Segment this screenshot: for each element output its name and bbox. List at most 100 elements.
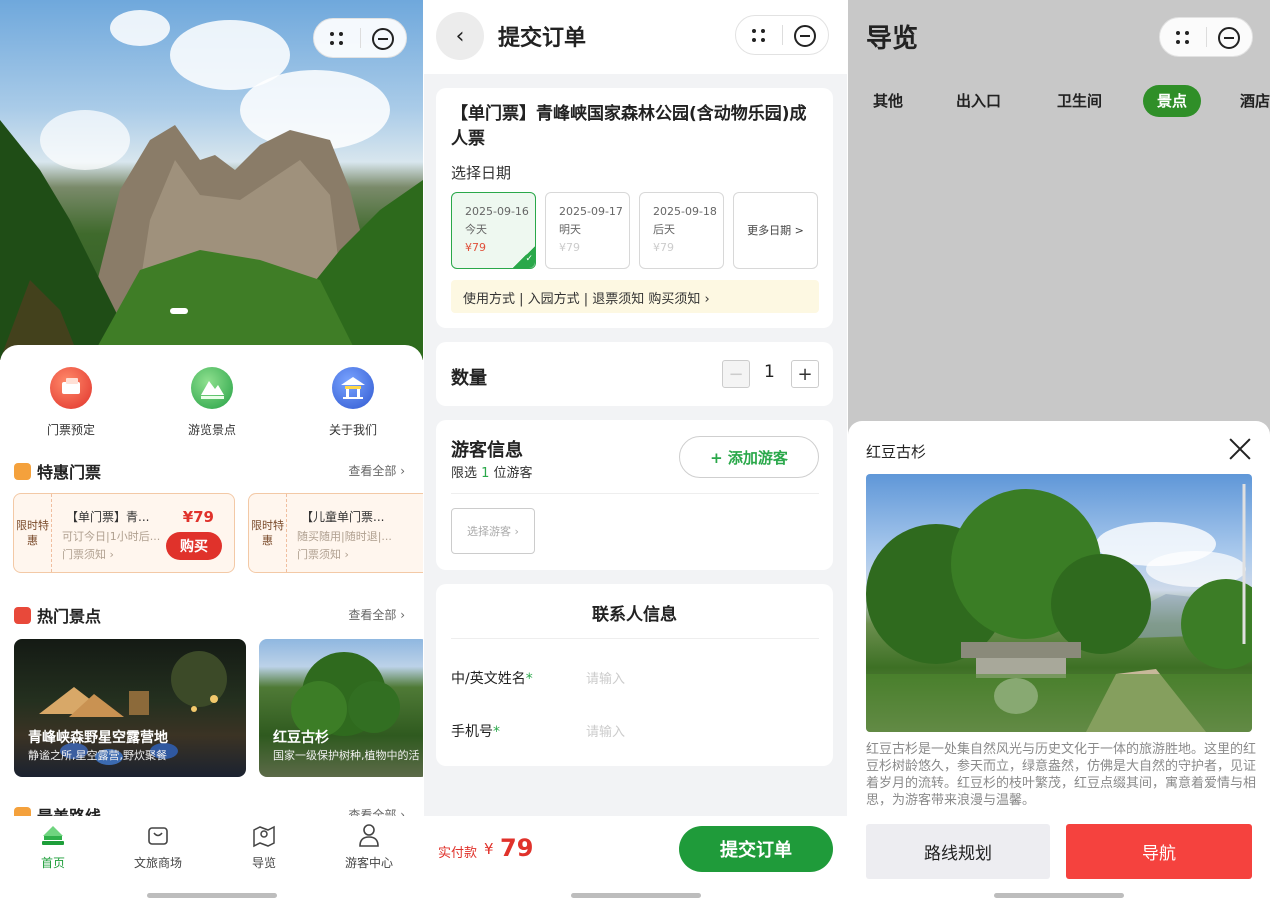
chevron-left-icon: ‹ <box>455 23 465 49</box>
date-label: 选择日期 <box>451 164 512 182</box>
date-day: 后天 <box>653 223 675 236</box>
home-screen: 门票预定 游览景点 关于我们 特惠门票 查看全部 › 限时特惠 【单门票】青..… <box>0 0 423 905</box>
minimize-icon[interactable] <box>1206 18 1252 56</box>
poi-description: 红豆古杉是一处集自然风光与历史文化于一体的旅游胜地。这里的红豆杉树龄悠久，参天而… <box>866 742 1257 808</box>
spot-description: 静谧之所,星空露营,野炊聚餐 <box>28 749 167 762</box>
quantity-decrease-button[interactable]: − <box>722 360 750 388</box>
quick-entry-label: 门票预定 <box>46 423 95 437</box>
tab-label: 文旅商场 <box>133 856 182 870</box>
more-icon[interactable] <box>1160 18 1206 56</box>
home-indicator <box>570 893 701 898</box>
tab-label: 首页 <box>40 856 65 870</box>
more-dates-button[interactable]: 更多日期 > <box>733 192 818 269</box>
deal-card[interactable]: 限时特惠 【单门票】青... 可订今日|1小时后... 门票须知 › ¥79 购… <box>13 493 235 573</box>
quantity-increase-button[interactable]: + <box>791 360 819 388</box>
page-title: 导览 <box>866 24 919 54</box>
date-option[interactable]: 2025-09-16 今天 ¥79 <box>451 192 536 269</box>
ticket-icon <box>50 367 92 409</box>
date-text: 2025-09-16 <box>465 205 529 218</box>
minimize-icon[interactable] <box>782 16 828 54</box>
date-price: ¥79 <box>559 241 580 254</box>
deal-tag: 限时特惠 <box>14 494 52 572</box>
tab-label: 游客中心 <box>344 856 393 870</box>
visitor-card: 游客信息 限选 1 位游客 + 添加游客 选择游客 › <box>436 420 833 570</box>
order-header: ‹ 提交订单 <box>424 0 847 74</box>
add-visitor-button[interactable]: + 添加游客 <box>679 436 819 478</box>
quick-entry-tickets[interactable]: 门票预定 <box>21 367 121 438</box>
deal-notice-link[interactable]: 门票须知 › <box>297 546 349 562</box>
divider <box>451 638 819 639</box>
contact-title: 联系人信息 <box>592 605 677 625</box>
carousel-indicator[interactable] <box>170 308 188 314</box>
deal-name: 【儿童单门票... <box>301 510 385 524</box>
phone-input[interactable]: 请输入 <box>586 721 625 740</box>
home-icon <box>40 822 66 848</box>
deal-notice-link[interactable]: 门票须知 › <box>62 546 114 562</box>
date-text: 2025-09-18 <box>653 205 717 218</box>
quantity-label: 数量 <box>451 368 487 389</box>
date-option[interactable]: 2025-09-17 明天 ¥79 <box>545 192 630 269</box>
order-screen: ‹ 提交订单 【单门票】青峰峡国家森林公园(含动物乐园)成人票 选择日期 202… <box>424 0 847 905</box>
buy-button[interactable]: 购买 <box>166 532 222 560</box>
tab-label: 导览 <box>251 856 276 870</box>
date-option[interactable]: 2025-09-18 后天 ¥79 <box>639 192 724 269</box>
fire-icon <box>14 606 31 624</box>
required-mark: * <box>493 724 500 740</box>
deal-tag: 限时特惠 <box>249 494 287 572</box>
deal-card[interactable]: 限时特惠 【儿童单门票... 随买随用|随时退|... 门票须知 › ¥ 购 <box>248 493 423 573</box>
hero-banner[interactable] <box>0 0 423 360</box>
tab-home[interactable]: 首页 <box>3 822 103 871</box>
section-title-text: 特惠门票 <box>37 463 102 482</box>
category-tab-hotel[interactable]: 酒店 <box>1240 90 1270 111</box>
mini-program-capsule[interactable] <box>313 18 407 58</box>
more-icon[interactable] <box>314 19 360 57</box>
spot-card[interactable]: 红豆古杉 国家一级保护树种,植物中的活 <box>259 639 423 777</box>
navigate-button[interactable]: 导航 <box>1066 824 1252 879</box>
mountain-icon <box>191 367 233 409</box>
tab-visitor-center[interactable]: 游客中心 <box>319 822 419 871</box>
ticket-rules-link[interactable]: 使用方式 | 入园方式 | 退票须知 购买须知 › <box>451 280 819 313</box>
category-tab-restroom[interactable]: 卫生间 <box>1057 90 1102 111</box>
tab-mall[interactable]: 文旅商场 <box>108 822 208 871</box>
route-planning-button[interactable]: 路线规划 <box>866 824 1050 879</box>
spots-see-all-link[interactable]: 查看全部 › <box>348 606 405 623</box>
submit-order-button[interactable]: 提交订单 <box>679 826 833 872</box>
mini-program-capsule[interactable] <box>735 15 829 55</box>
name-label: 中/英文姓名* <box>451 668 533 688</box>
spot-name: 红豆古杉 <box>273 730 329 746</box>
quick-entry-spots[interactable]: 游览景点 <box>162 367 262 438</box>
spot-name: 青峰峡森野星空露营地 <box>28 730 168 746</box>
tab-guide[interactable]: 导览 <box>214 822 314 871</box>
forest-road-scene <box>866 484 1252 732</box>
required-mark: * <box>525 671 533 687</box>
more-icon[interactable] <box>736 16 782 54</box>
date-day: 今天 <box>465 223 487 236</box>
category-tab-other[interactable]: 其他 <box>873 90 903 111</box>
visitor-limit-suffix: 位游客 <box>489 466 533 481</box>
select-visitor-button[interactable]: 选择游客 › <box>451 508 535 554</box>
visitor-limit: 限选 1 位游客 <box>451 462 533 481</box>
ticket-card: 【单门票】青峰峡国家森林公园(含动物乐园)成人票 选择日期 2025-09-16… <box>436 88 833 328</box>
deal-subtitle: 可订今日|1小时后... <box>62 530 161 543</box>
spot-card[interactable]: 青峰峡森野星空露营地 静谧之所,星空露营,野炊聚餐 <box>14 639 246 777</box>
category-tab-attraction[interactable]: 景点 <box>1143 85 1202 117</box>
phone-label-text: 手机号 <box>451 724 493 740</box>
deals-see-all-link[interactable]: 查看全部 › <box>348 462 405 479</box>
shopping-bag-icon <box>145 822 171 848</box>
pavilion-icon <box>332 367 374 409</box>
category-tab-entrance[interactable]: 出入口 <box>956 90 1001 111</box>
back-button[interactable]: ‹ <box>436 12 484 60</box>
guide-screen: 导览 其他 出入口 卫生间 景点 酒店 红豆古杉 红豆古杉是一处集自然风光与历史… <box>848 0 1270 905</box>
minimize-icon[interactable] <box>360 19 406 57</box>
name-label-text: 中/英文姓名 <box>451 671 526 687</box>
close-icon[interactable] <box>1226 435 1254 463</box>
ticket-title: 【单门票】青峰峡国家森林公园(含动物乐园)成人票 <box>451 104 807 149</box>
name-input[interactable]: 请输入 <box>586 668 625 687</box>
section-title-text: 热门景点 <box>37 607 102 626</box>
poi-detail-panel: 红豆古杉 红豆古杉是一处集自然风光与历史文化于一体的旅游胜地。这里的红豆杉树龄悠… <box>848 421 1270 905</box>
mini-program-capsule[interactable] <box>1159 17 1253 57</box>
quick-entry-about[interactable]: 关于我们 <box>303 367 403 438</box>
order-footer: 实付款 ¥ 79 提交订单 <box>424 816 847 905</box>
deal-subtitle: 随买随用|随时退|... <box>297 530 392 543</box>
user-icon <box>356 822 382 848</box>
